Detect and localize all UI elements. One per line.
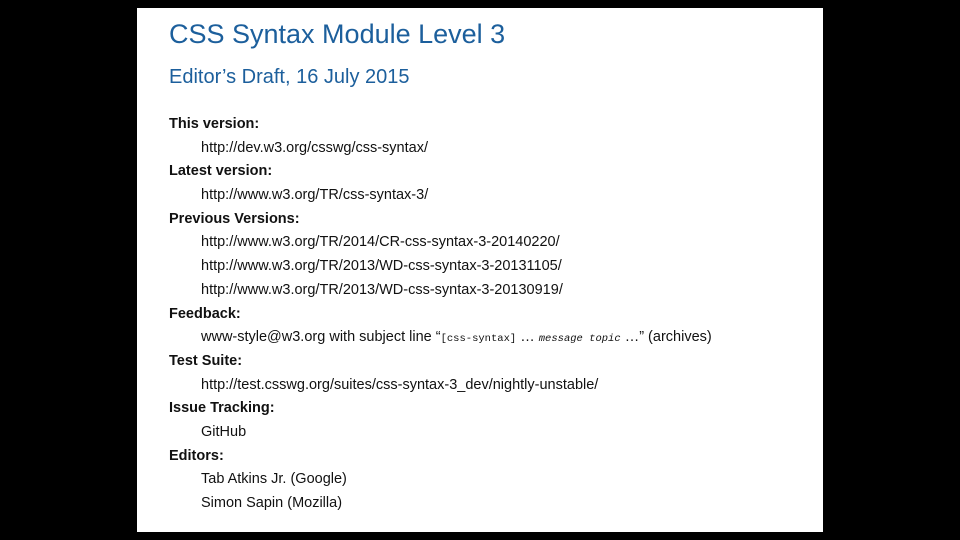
- feedback-subject-tag: [css-syntax]: [440, 333, 517, 346]
- document-page: CSS Syntax Module Level 3 Editor’s Draft…: [137, 8, 823, 532]
- this-version-label: This version:: [169, 116, 260, 132]
- page-title: CSS Syntax Module Level 3: [169, 19, 506, 49]
- issue-tracking-label: Issue Tracking:: [169, 400, 275, 417]
- editor-name-1[interactable]: Tab Atkins Jr. (Google): [201, 468, 712, 492]
- feedback-text-before: with subject line “: [325, 329, 441, 346]
- feedback-archives-link[interactable]: archives: [653, 329, 707, 345]
- test-suite-link[interactable]: http://test.csswg.org/suites/css-syntax-…: [201, 374, 712, 398]
- editor-name-2[interactable]: Simon Sapin (Mozilla): [201, 492, 712, 516]
- spec-metadata-list: This version: http://dev.w3.org/csswg/cs…: [169, 113, 712, 516]
- page-subtitle: Editor’s Draft, 16 July 2015: [169, 66, 410, 88]
- feedback-label: Feedback:: [169, 305, 241, 322]
- feedback-message-topic: message topic: [538, 333, 621, 346]
- feedback-ellipsis-1: …: [516, 329, 539, 346]
- previous-version-link-1[interactable]: http://www.w3.org/TR/2014/CR-css-syntax-…: [201, 231, 712, 255]
- feedback-ellipsis-2: …: [620, 329, 640, 346]
- previous-versions-label: Previous Versions:: [169, 210, 300, 227]
- editors-label: Editors:: [169, 447, 224, 464]
- this-version-link[interactable]: http://dev.w3.org/csswg/css-syntax/: [201, 137, 712, 161]
- feedback-line: www-style@w3.org with subject line “[css…: [201, 326, 712, 350]
- test-suite-label: Test Suite:: [169, 352, 243, 369]
- issue-tracking-link[interactable]: GitHub: [201, 421, 712, 445]
- latest-version-label: Latest version:: [169, 163, 273, 180]
- previous-version-link-2[interactable]: http://www.w3.org/TR/2013/WD-css-syntax-…: [201, 255, 712, 279]
- feedback-close-paren: ): [706, 329, 712, 346]
- latest-version-link[interactable]: http://www.w3.org/TR/css-syntax-3/: [201, 184, 712, 208]
- previous-version-link-3[interactable]: http://www.w3.org/TR/2013/WD-css-syntax-…: [201, 279, 712, 303]
- feedback-text-after: ” (: [639, 329, 653, 346]
- feedback-email-link[interactable]: www-style@w3.org: [201, 329, 325, 345]
